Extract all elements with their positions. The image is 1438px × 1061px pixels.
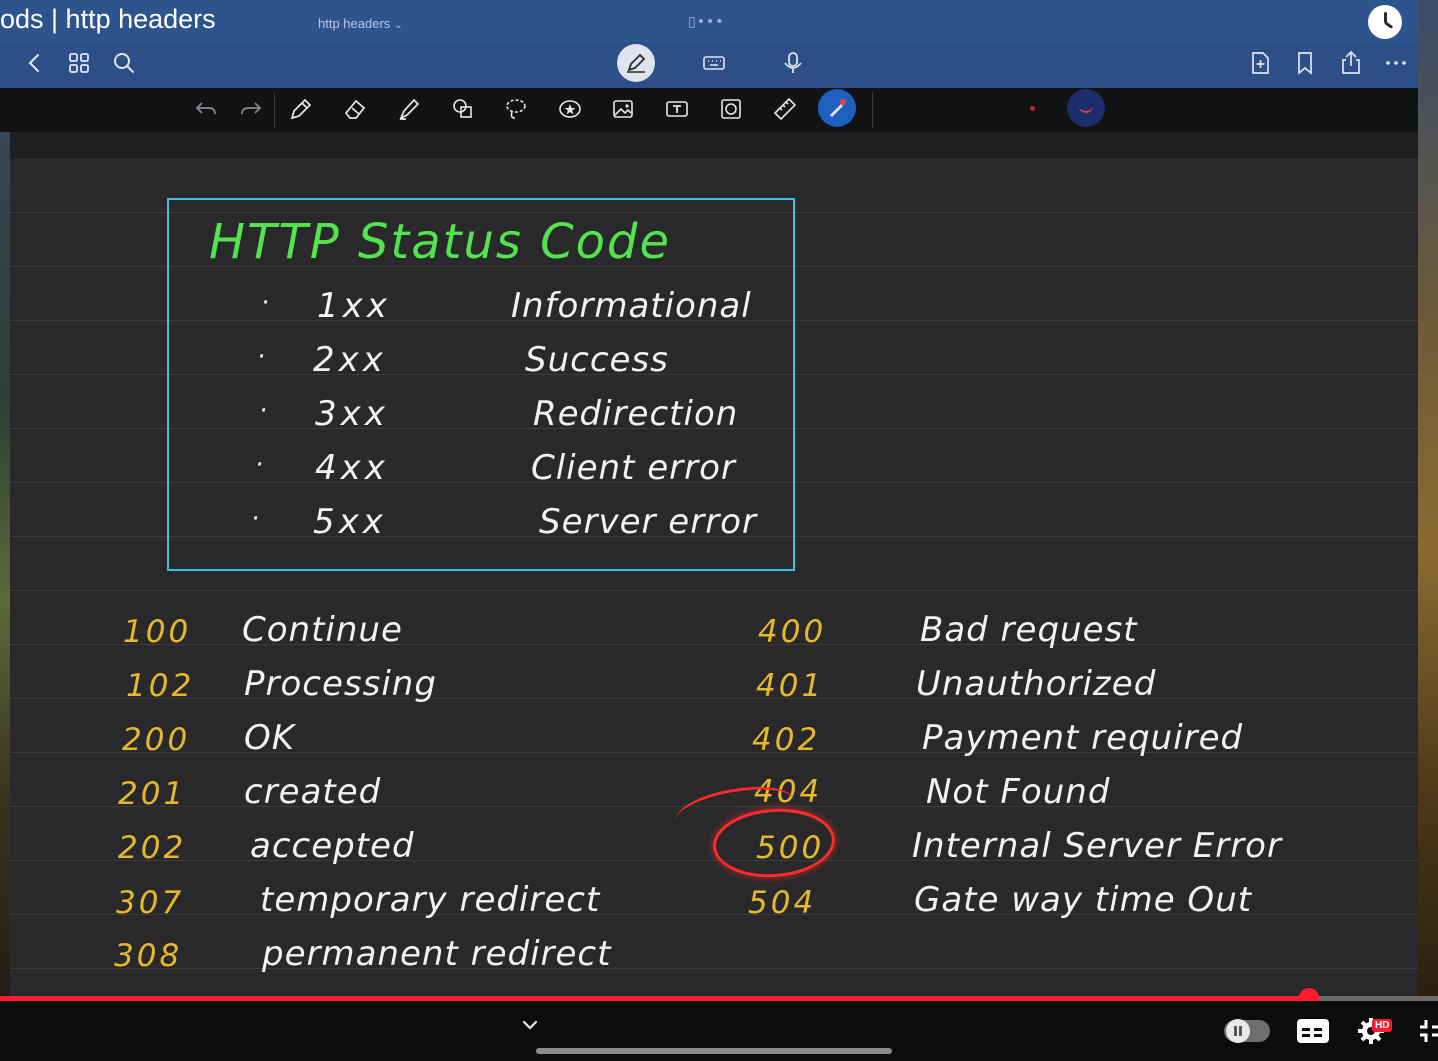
status-description: Internal Server Error — [912, 826, 1282, 866]
pen-mode-icon[interactable] — [617, 44, 655, 82]
category-bullet: · — [257, 342, 266, 372]
laser-pointer-icon[interactable] — [818, 89, 856, 127]
multitask-icon[interactable]: ▯••• — [688, 14, 724, 30]
pause-icon[interactable] — [1226, 1019, 1250, 1043]
captions-icon[interactable] — [1297, 1019, 1329, 1043]
add-page-icon[interactable] — [1247, 50, 1273, 76]
shapes-icon[interactable] — [450, 96, 476, 122]
category-bullet: · — [259, 396, 268, 426]
category-bullet: · — [251, 504, 260, 534]
sticker-icon[interactable] — [557, 96, 583, 122]
status-code: 201 — [118, 776, 187, 812]
status-code: 402 — [752, 722, 821, 758]
page-rule — [10, 644, 1418, 645]
status-description: temporary redirect — [260, 880, 601, 920]
status-code: 308 — [114, 938, 183, 974]
tool-divider — [274, 92, 275, 128]
status-code: 400 — [758, 614, 827, 650]
category-label: Informational — [511, 286, 752, 326]
status-description: Payment required — [922, 718, 1244, 758]
status-description: Not Found — [926, 772, 1111, 812]
hd-badge: HD — [1372, 1019, 1393, 1032]
lasso-icon[interactable] — [503, 96, 529, 122]
fullscreen-exit-icon[interactable] — [1420, 1018, 1438, 1044]
highlighter-icon[interactable] — [396, 96, 422, 122]
image-icon[interactable] — [610, 96, 636, 122]
status-description: OK — [244, 718, 296, 758]
back-chevron-icon[interactable] — [22, 50, 48, 76]
pen-icon[interactable] — [288, 96, 314, 122]
status-code: 202 — [118, 830, 187, 866]
chevron-down-icon: ⌄ — [394, 20, 403, 31]
color-swatch-red[interactable] — [1030, 106, 1035, 111]
share-icon[interactable] — [1338, 50, 1364, 76]
category-code: 1xx — [317, 286, 391, 326]
category-bullet: · — [255, 450, 264, 480]
textbox-icon[interactable] — [664, 96, 690, 122]
chevron-down-icon[interactable] — [520, 1018, 540, 1034]
status-description: permanent redirect — [262, 934, 612, 974]
status-description: accepted — [250, 826, 415, 866]
undo-icon[interactable] — [193, 96, 219, 122]
category-label: Success — [525, 340, 669, 380]
box-title: HTTP Status Code — [209, 214, 672, 270]
eraser-icon[interactable] — [342, 96, 368, 122]
category-code: 3xx — [315, 394, 389, 434]
home-indicator — [536, 1048, 892, 1054]
category-label: Server error — [539, 502, 757, 542]
status-code: 200 — [122, 722, 191, 758]
category-label: Redirection — [533, 394, 739, 434]
category-code: 5xx — [313, 502, 387, 542]
keyboard-icon[interactable] — [701, 50, 727, 76]
search-icon[interactable] — [111, 50, 137, 76]
microphone-icon[interactable] — [780, 50, 806, 76]
status-code: 307 — [116, 885, 185, 921]
watch-later-icon[interactable] — [1368, 5, 1402, 39]
category-code: 4xx — [315, 448, 389, 488]
bookmark-icon[interactable] — [1292, 50, 1318, 76]
status-code: 504 — [748, 885, 817, 921]
status-code: 401 — [756, 668, 825, 704]
page-rule — [10, 698, 1418, 699]
status-description: Bad request — [920, 610, 1138, 650]
status-description: Processing — [244, 664, 437, 704]
document-tab[interactable]: http headers ⌄ — [318, 16, 403, 31]
document-tab-label: http headers — [318, 16, 391, 31]
status-description: created — [244, 772, 382, 812]
notebook-page[interactable]: HTTP Status Code · 1xx Informational · 2… — [10, 132, 1418, 998]
status-code: 102 — [126, 668, 195, 704]
page-rule — [10, 590, 1418, 591]
redo-icon[interactable] — [238, 96, 264, 122]
status-code: 100 — [123, 614, 192, 650]
more-icon[interactable] — [1383, 50, 1409, 76]
ruler-icon[interactable] — [772, 96, 798, 122]
color-picker[interactable] — [1067, 89, 1105, 127]
page-rule — [10, 968, 1418, 969]
status-description: Gate way time Out — [914, 880, 1253, 920]
status-description: Unauthorized — [916, 664, 1157, 704]
status-code-summary-box: HTTP Status Code · 1xx Informational · 2… — [167, 198, 795, 571]
page-margin — [10, 132, 1418, 158]
video-title: ods | http headers — [0, 4, 216, 34]
wallpaper-right — [1416, 0, 1438, 1000]
category-code: 2xx — [313, 340, 387, 380]
status-description: Continue — [242, 610, 403, 650]
grid-icon[interactable] — [66, 50, 92, 76]
category-bullet: · — [261, 288, 270, 318]
tool-divider — [872, 92, 873, 128]
camera-icon[interactable] — [718, 96, 744, 122]
category-label: Client error — [531, 448, 736, 488]
